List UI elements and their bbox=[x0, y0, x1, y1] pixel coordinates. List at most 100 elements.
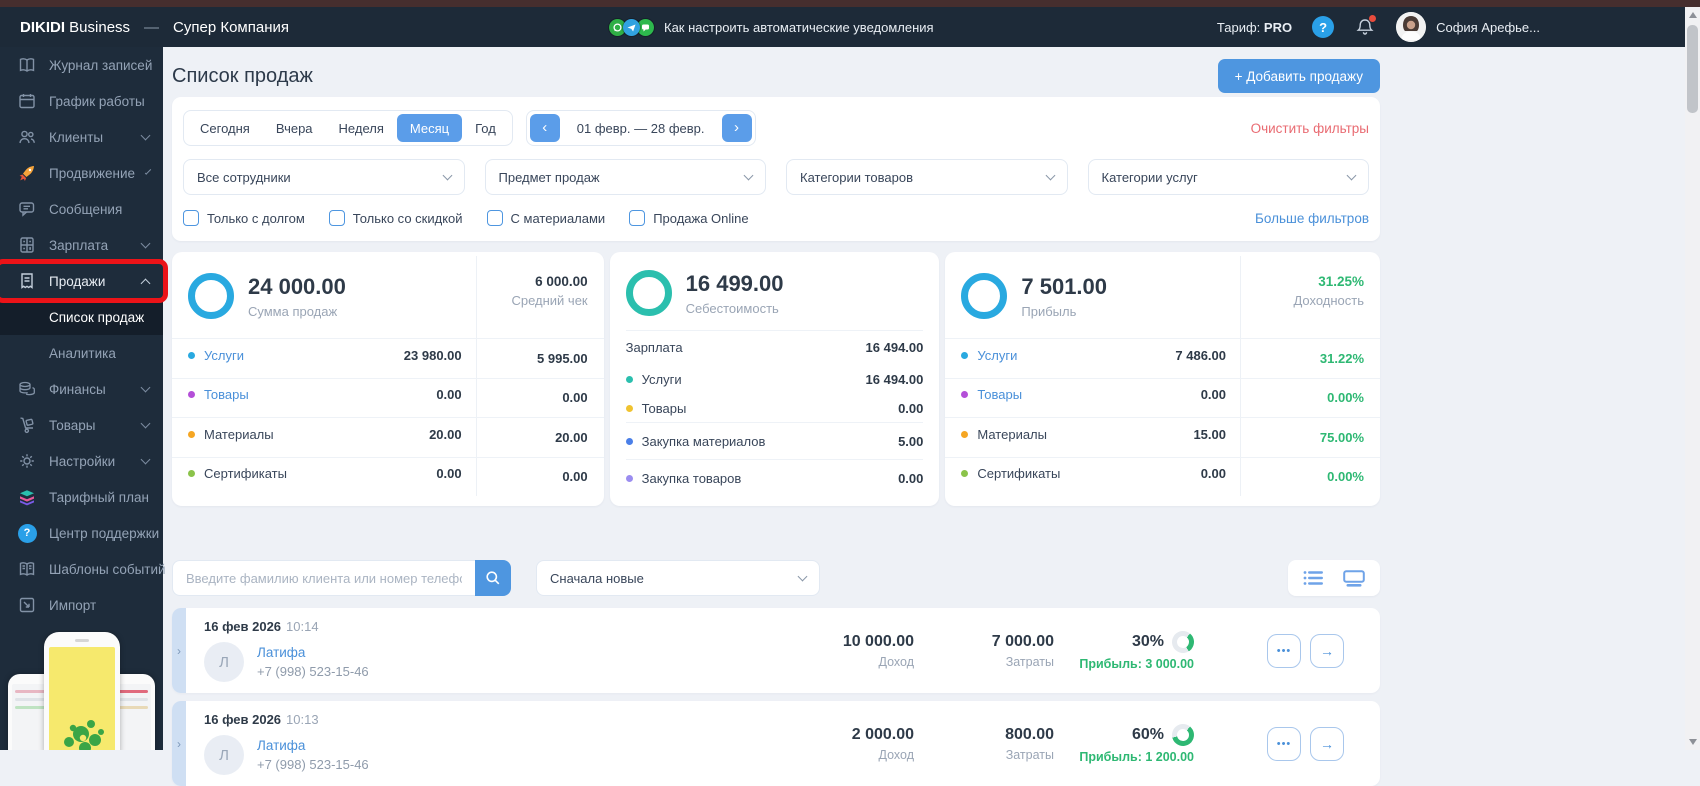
receipt-icon bbox=[17, 271, 37, 291]
card-row: Закупка товаров 0.00 bbox=[625, 459, 924, 496]
scrollbar-thumb[interactable] bbox=[1687, 25, 1698, 113]
scroll-up-icon[interactable] bbox=[1689, 12, 1697, 18]
telegram-icon bbox=[623, 18, 640, 36]
notice-text: Как настроить автоматические уведомления bbox=[664, 19, 934, 35]
next-period-button[interactable]: › bbox=[721, 114, 752, 142]
sort-select[interactable]: Сначала новые bbox=[536, 560, 820, 596]
sidebar-item-schedule[interactable]: График работы bbox=[0, 83, 163, 119]
sale-date: 16 фев 2026 bbox=[204, 712, 282, 727]
checkbox-icon bbox=[486, 210, 503, 226]
brand-logo[interactable]: DIKIDI Business — Супер Компания bbox=[20, 19, 289, 36]
client-name-link[interactable]: Латифа bbox=[257, 738, 369, 753]
page-scrollbar[interactable] bbox=[1685, 7, 1700, 750]
period-month[interactable]: Месяц bbox=[396, 114, 463, 142]
dot-icon bbox=[625, 474, 633, 482]
layers-icon bbox=[17, 487, 37, 507]
sidebar-item-sales[interactable]: Продажи bbox=[0, 263, 163, 299]
chevron-down-icon bbox=[442, 170, 452, 180]
donut-ring-icon bbox=[961, 273, 1008, 320]
support-question-icon: ? bbox=[17, 523, 37, 543]
add-sale-button[interactable]: + Добавить продажу bbox=[1217, 59, 1380, 93]
sidebar-item-messages[interactable]: Сообщения bbox=[0, 191, 163, 227]
card-row: Материалы 20.00 bbox=[172, 417, 476, 450]
checkbox-with-discount[interactable]: Только со скидкой bbox=[328, 210, 463, 226]
row-open-button[interactable]: → bbox=[1310, 633, 1344, 668]
costs-value: 7 000.00 bbox=[991, 632, 1054, 650]
income-value: 10 000.00 bbox=[842, 632, 914, 650]
expand-row-handle[interactable]: › bbox=[172, 608, 186, 693]
sidebar-item-promotion[interactable]: Продвижение bbox=[0, 155, 163, 191]
notifications-bell-icon[interactable] bbox=[1354, 14, 1378, 38]
sidebar-item-support[interactable]: ? Центр поддержки bbox=[0, 515, 163, 551]
period-today[interactable]: Сегодня bbox=[187, 114, 263, 142]
checkbox-with-materials[interactable]: С материалами bbox=[486, 210, 605, 226]
prev-period-button[interactable]: ‹ bbox=[529, 114, 560, 142]
date-range-text[interactable]: 01 февр. — 28 февр. bbox=[560, 121, 722, 136]
sidebar-item-analytics[interactable]: Аналитика bbox=[0, 335, 163, 371]
user-menu[interactable]: София Арефье... bbox=[1396, 12, 1540, 42]
date-range-picker: ‹ 01 февр. — 28 февр. › bbox=[525, 110, 756, 146]
sidebar-item-salary[interactable]: Зарплата bbox=[0, 227, 163, 263]
client-phone: +7 (998) 523-15-46 bbox=[257, 757, 369, 772]
more-filters-link[interactable]: Больше фильтров bbox=[1255, 211, 1369, 226]
sidebar-item-import[interactable]: Импорт bbox=[0, 587, 163, 623]
income-value: 2 000.00 bbox=[851, 725, 914, 743]
journal-icon bbox=[17, 55, 37, 75]
profitability-value: 31.25% bbox=[1318, 274, 1364, 289]
rocket-icon bbox=[17, 163, 37, 183]
checkbox-online-sale[interactable]: Продажа Online bbox=[629, 210, 749, 226]
search-icon bbox=[486, 571, 500, 585]
clear-filters-link[interactable]: Очистить фильтры bbox=[1251, 121, 1369, 136]
sidebar-item-finance[interactable]: Финансы bbox=[0, 371, 163, 407]
checkbox-icon bbox=[328, 210, 345, 226]
sidebar-item-settings[interactable]: Настройки bbox=[0, 443, 163, 479]
notification-banner[interactable]: Как настроить автоматические уведомления bbox=[609, 18, 934, 36]
messages-icon bbox=[17, 199, 37, 219]
sidebar-item-tariff-plan[interactable]: Тарифный план bbox=[0, 479, 163, 515]
period-week[interactable]: Неделя bbox=[326, 114, 397, 142]
sidebar-item-sales-list[interactable]: Список продаж bbox=[0, 299, 163, 335]
browser-top-strip bbox=[0, 0, 1700, 7]
list-view-icon[interactable] bbox=[1303, 570, 1325, 586]
search-input[interactable] bbox=[172, 560, 475, 596]
brand-dash: — bbox=[144, 18, 160, 36]
sidebar-item-event-templates[interactable]: Шаблоны событий bbox=[0, 551, 166, 587]
period-yesterday[interactable]: Вчера bbox=[263, 114, 326, 142]
dot-icon bbox=[625, 404, 633, 412]
row-more-button[interactable]: ••• bbox=[1267, 633, 1301, 668]
card-view-icon[interactable] bbox=[1343, 569, 1365, 587]
scroll-down-icon[interactable] bbox=[1689, 739, 1697, 745]
profit-card: 7 501.00 Прибыль 31.25% Доходность Услуги 7… bbox=[945, 252, 1380, 506]
company-name[interactable]: Супер Компания bbox=[173, 19, 289, 36]
card-row: Услуги 23 980.00 bbox=[172, 338, 476, 371]
service-categories-select[interactable]: Категории услуг bbox=[1087, 159, 1369, 195]
tariff-label[interactable]: Тариф: PRO bbox=[1217, 20, 1292, 35]
period-year[interactable]: Год bbox=[462, 114, 509, 142]
costs-value: 800.00 bbox=[1005, 725, 1054, 743]
templates-icon bbox=[17, 559, 37, 579]
checkbox-with-debt[interactable]: Только с долгом bbox=[183, 210, 305, 226]
client-name-link[interactable]: Латифа bbox=[257, 645, 369, 660]
avg-check-value: 6 000.00 bbox=[535, 274, 588, 289]
employees-select[interactable]: Все сотрудники bbox=[183, 159, 465, 195]
donut-ring-icon bbox=[625, 270, 672, 316]
row-more-button[interactable]: ••• bbox=[1267, 726, 1301, 761]
client-search bbox=[172, 560, 511, 596]
page-title: Список продаж bbox=[172, 64, 313, 87]
row-open-button[interactable]: → bbox=[1310, 726, 1344, 761]
period-segmented-control: Сегодня Вчера Неделя Месяц Год bbox=[183, 110, 513, 146]
gear-icon bbox=[17, 451, 37, 471]
sale-subject-select[interactable]: Предмет продаж bbox=[484, 159, 766, 195]
help-icon[interactable]: ? bbox=[1312, 16, 1335, 38]
dot-icon bbox=[961, 470, 969, 478]
expand-row-handle[interactable]: › bbox=[172, 701, 186, 786]
chevron-right-icon: › bbox=[177, 736, 181, 751]
sidebar-item-journal[interactable]: Журнал записей bbox=[0, 47, 163, 83]
cost-card: 16 499.00 Себестоимость Зарплата 16 494.00… bbox=[609, 252, 940, 506]
sale-time: 10:13 bbox=[286, 712, 319, 727]
sidebar-item-goods[interactable]: Товары bbox=[0, 407, 163, 443]
sidebar-item-clients[interactable]: Клиенты bbox=[0, 119, 163, 155]
search-button[interactable] bbox=[475, 560, 511, 596]
goods-categories-select[interactable]: Категории товаров bbox=[786, 159, 1068, 195]
card-row: Материалы 15.00 bbox=[945, 417, 1240, 450]
